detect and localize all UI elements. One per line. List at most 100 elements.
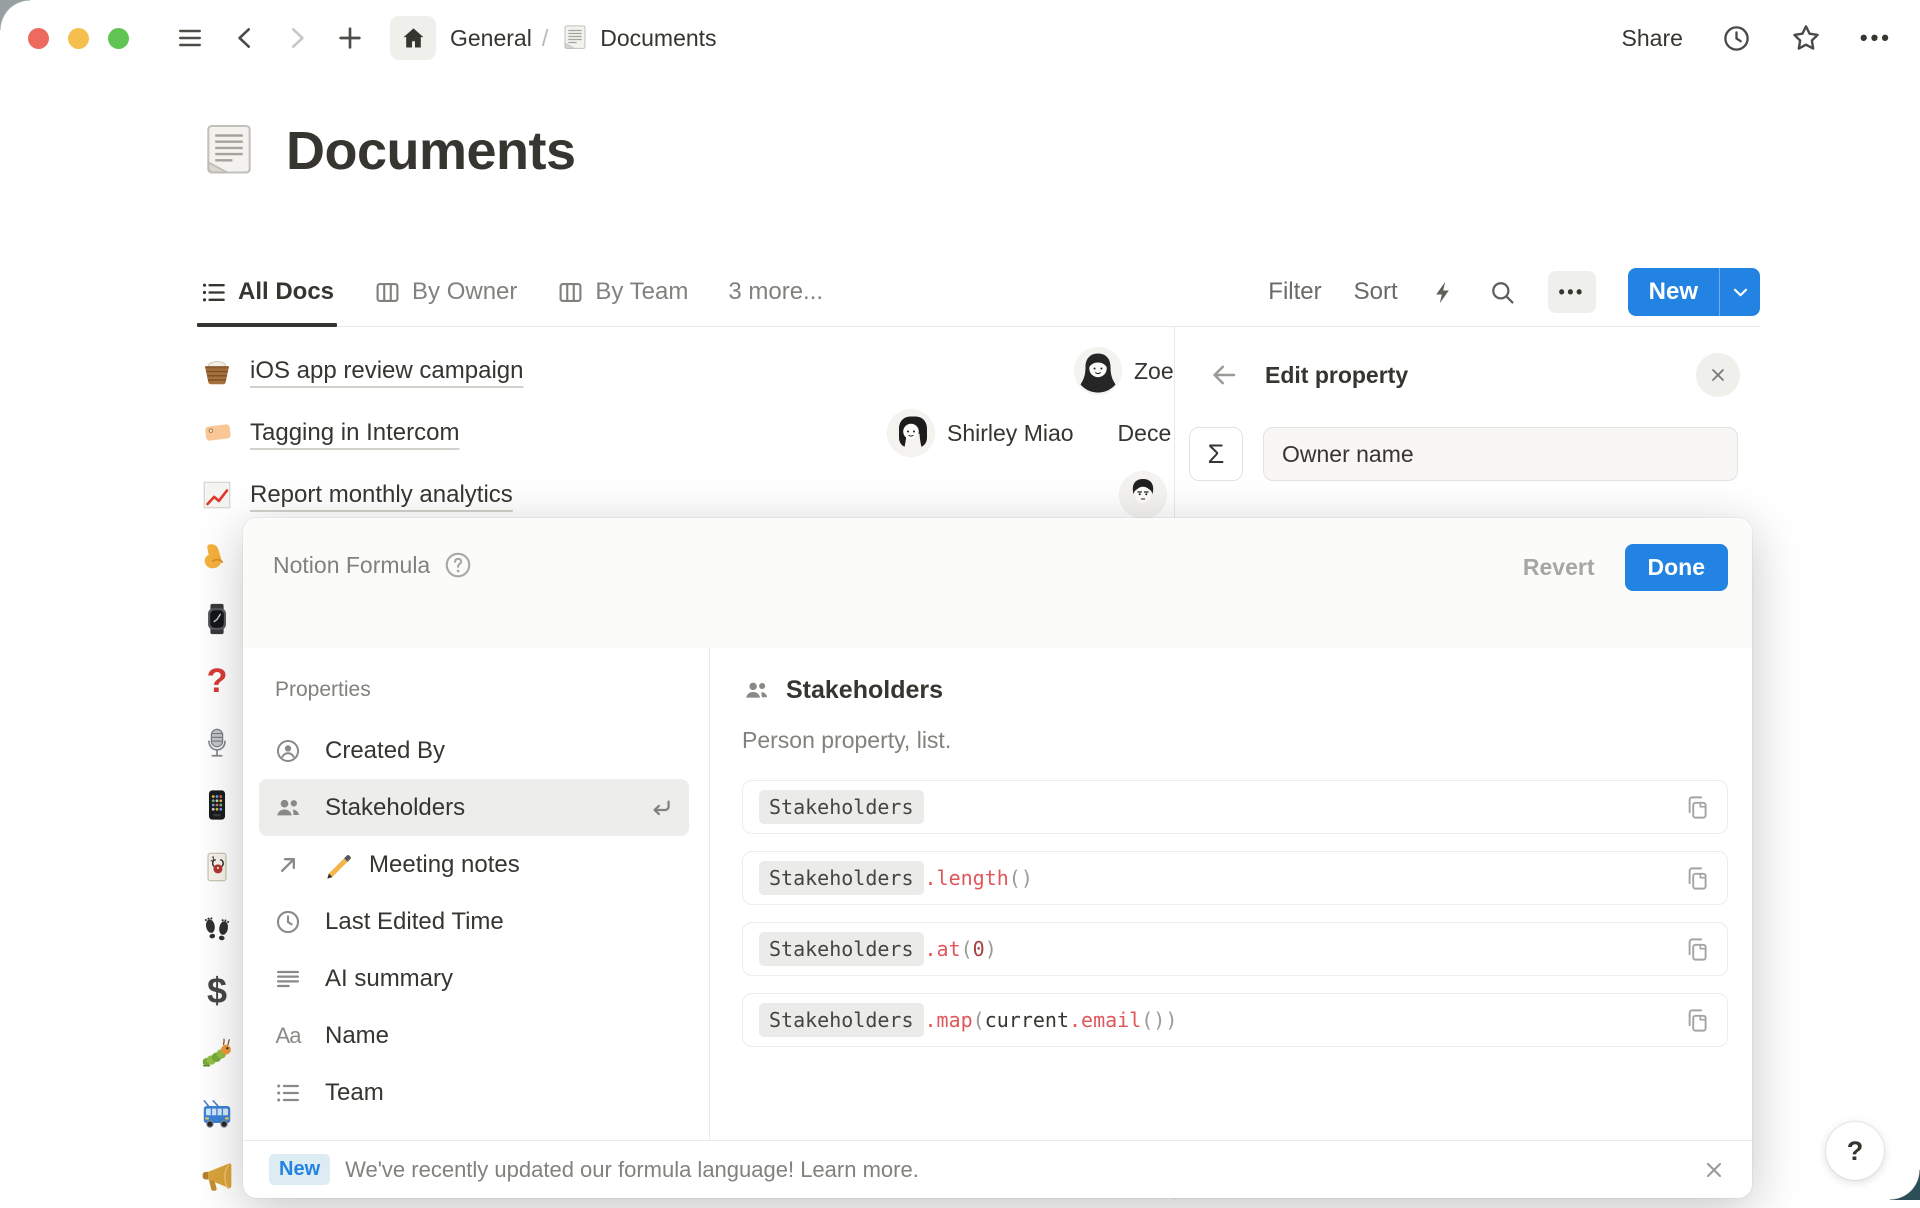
copy-icon[interactable] xyxy=(1684,794,1711,821)
code-token: 0 xyxy=(973,937,985,961)
board-view-icon xyxy=(374,279,401,306)
new-button-group: New xyxy=(1628,268,1760,316)
star-icon[interactable] xyxy=(1790,22,1822,54)
nav-forward-icon[interactable] xyxy=(284,25,310,51)
tab-by-team[interactable]: By Team xyxy=(557,258,688,326)
revert-button[interactable]: Revert xyxy=(1523,554,1595,581)
row-title[interactable]: iOS app review campaign xyxy=(250,357,523,385)
new-dropdown-button[interactable] xyxy=(1719,268,1760,316)
row-title[interactable]: Tagging in Intercom xyxy=(250,419,459,447)
formula-example-row[interactable]: Stakeholders.length() xyxy=(742,851,1728,905)
owner-name: Zoe xyxy=(1134,358,1174,385)
code-token: ()) xyxy=(1141,1008,1177,1032)
new-button[interactable]: New xyxy=(1628,268,1719,316)
formula-type-button[interactable]: Σ xyxy=(1189,427,1243,481)
window-titlebar: General / Documents Share ••• xyxy=(0,0,1920,76)
ellipsis-icon[interactable]: ••• xyxy=(1860,25,1892,51)
code-token: ( xyxy=(961,937,973,961)
row-title[interactable]: Report monthly analytics xyxy=(250,481,513,509)
tab-label: All Docs xyxy=(238,278,334,306)
view-tabs: All Docs By Owner By Team 3 more... xyxy=(200,258,823,326)
property-item-label: Last Edited Time xyxy=(325,908,504,936)
enter-key-icon xyxy=(647,794,675,822)
edit-property-title: Edit property xyxy=(1265,362,1408,389)
back-arrow-icon[interactable] xyxy=(1209,360,1239,390)
window-minimize-button[interactable] xyxy=(68,28,89,49)
property-item-created-by[interactable]: Created By xyxy=(259,722,689,779)
code-token: .email xyxy=(1069,1008,1141,1032)
property-item-name[interactable]: Aa Name xyxy=(259,1007,689,1064)
megaphone-icon xyxy=(200,1160,234,1194)
dollar-icon: $ xyxy=(200,974,234,1008)
formula-update-banner: New We've recently updated our formula l… xyxy=(243,1140,1752,1198)
sidebar-toggle-icon[interactable] xyxy=(174,25,206,51)
tag-icon xyxy=(200,414,250,452)
phone-icon xyxy=(200,788,234,822)
window-close-button[interactable] xyxy=(28,28,49,49)
property-item-last-edited-time[interactable]: Last Edited Time xyxy=(259,893,689,950)
done-button[interactable]: Done xyxy=(1625,544,1729,591)
property-item-stakeholders[interactable]: Stakeholders xyxy=(259,779,689,836)
formula-editor-area[interactable]: Notion Formula Revert Done xyxy=(243,518,1752,648)
home-button[interactable] xyxy=(390,16,436,60)
tab-all-docs[interactable]: All Docs xyxy=(200,258,334,326)
table-toolbar: Filter Sort ••• New xyxy=(1268,268,1760,316)
close-icon xyxy=(1708,365,1728,385)
nav-back-icon[interactable] xyxy=(232,25,258,51)
footprints-icon xyxy=(200,912,234,946)
row-date: Dece xyxy=(1118,420,1172,447)
text-aa-icon: Aa xyxy=(273,1022,303,1050)
copy-icon[interactable] xyxy=(1684,936,1711,963)
question-icon: ? xyxy=(200,664,234,698)
breadcrumb-root[interactable]: General xyxy=(450,25,532,52)
property-name-input[interactable] xyxy=(1263,427,1738,481)
property-item-label: Meeting notes xyxy=(369,851,520,879)
property-item-ai-summary[interactable]: AI summary xyxy=(259,950,689,1007)
formula-code: Stakeholders xyxy=(759,790,925,824)
formula-example-row[interactable]: Stakeholders.map(current.email()) xyxy=(742,993,1728,1047)
basket-icon xyxy=(200,352,250,390)
tab-label: By Team xyxy=(595,278,688,306)
banner-close-icon[interactable] xyxy=(1702,1158,1726,1182)
history-clock-icon[interactable] xyxy=(1721,23,1752,54)
sort-button[interactable]: Sort xyxy=(1354,278,1398,306)
row-meta: Shirley MiaoDece xyxy=(888,402,1171,464)
copy-icon[interactable] xyxy=(1684,1007,1711,1034)
joker-card-icon: J xyxy=(200,850,234,884)
new-tab-plus-icon[interactable] xyxy=(336,24,364,52)
code-token: .at xyxy=(925,937,961,961)
property-item-meeting-notes[interactable]: Meeting notes xyxy=(259,836,689,893)
formula-code: Stakeholders.length() xyxy=(759,861,1033,895)
breadcrumb-separator: / xyxy=(542,25,548,52)
help-button[interactable]: ? xyxy=(1826,1122,1884,1180)
desktop-corner-bottom-right xyxy=(1890,1170,1920,1200)
panel-close-button[interactable] xyxy=(1696,353,1740,397)
search-icon[interactable] xyxy=(1489,279,1516,306)
caterpillar-icon xyxy=(200,1036,234,1070)
code-token: ) xyxy=(985,937,997,961)
copy-icon[interactable] xyxy=(1684,865,1711,892)
chart-up-icon xyxy=(200,478,234,512)
tab-by-owner[interactable]: By Owner xyxy=(374,258,517,326)
formula-properties-sidebar: Properties Created ByStakeholdersMeeting… xyxy=(243,648,710,1140)
share-button[interactable]: Share xyxy=(1622,25,1683,52)
breadcrumb-page[interactable]: Documents xyxy=(600,25,716,52)
window-zoom-button[interactable] xyxy=(108,28,129,49)
chart-up-icon xyxy=(200,476,250,514)
lightning-icon[interactable] xyxy=(1430,279,1457,306)
tab-label: 3 more... xyxy=(728,278,823,306)
code-token: .length xyxy=(925,866,1009,890)
page-header: Documents xyxy=(198,120,576,182)
view-options-ellipsis-icon[interactable]: ••• xyxy=(1548,271,1596,313)
formula-example-row[interactable]: Stakeholders.at(0) xyxy=(742,922,1728,976)
filter-button[interactable]: Filter xyxy=(1268,278,1321,306)
home-icon xyxy=(400,25,427,52)
formula-example-row[interactable]: Stakeholders xyxy=(742,780,1728,834)
tab-3-more-[interactable]: 3 more... xyxy=(728,258,823,326)
question-circle-icon[interactable] xyxy=(443,550,473,580)
banner-message[interactable]: We've recently updated our formula langu… xyxy=(345,1157,919,1183)
page-emoji-document-icon[interactable] xyxy=(198,120,260,182)
property-item-label: Name xyxy=(325,1022,389,1050)
arrow-up-right-icon xyxy=(273,851,303,879)
property-item-team[interactable]: Team xyxy=(259,1064,689,1121)
